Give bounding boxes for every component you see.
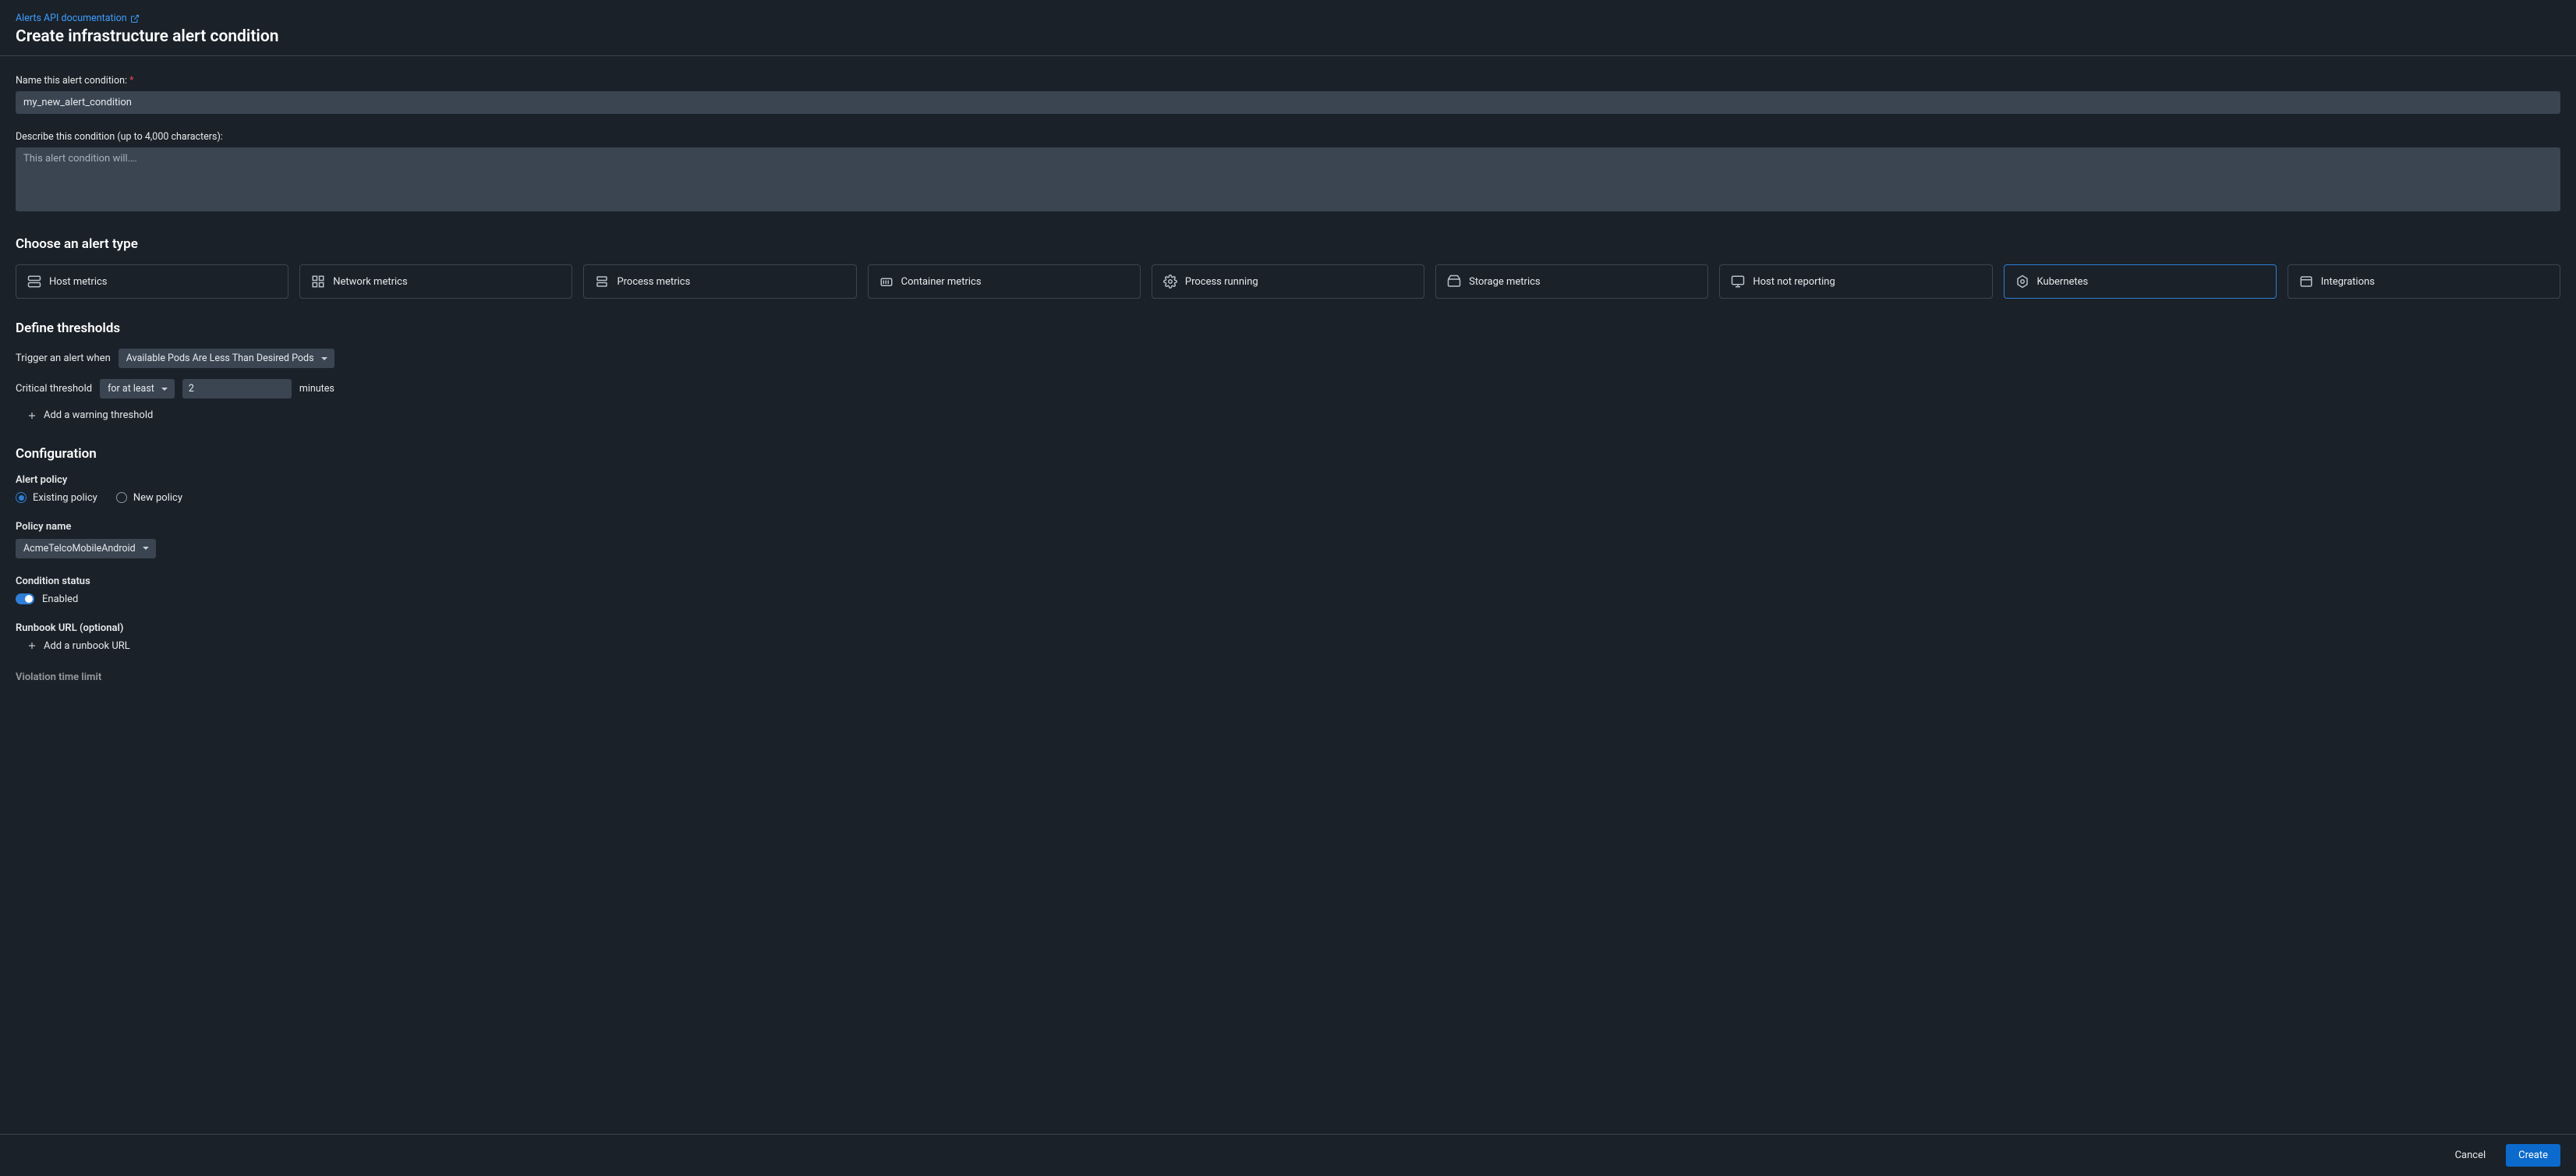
server-icon	[27, 275, 41, 289]
trigger-metric-dropdown[interactable]: Available Pods Are Less Than Desired Pod…	[119, 349, 334, 368]
alert-policy-label: Alert policy	[16, 474, 2560, 486]
alert-type-label: Integrations	[2321, 276, 2375, 288]
add-warning-threshold-link[interactable]: Add a warning threshold	[27, 409, 153, 421]
window-icon	[2299, 275, 2313, 289]
alert-type-process-metrics[interactable]: Process metrics	[583, 264, 856, 299]
kubernetes-icon	[2015, 275, 2029, 289]
critical-threshold-label: Critical threshold	[16, 383, 92, 395]
condition-status-label: Condition status	[16, 576, 2560, 587]
alert-type-host-not-reporting[interactable]: Host not reporting	[1719, 264, 1992, 299]
layers-icon	[595, 275, 609, 289]
condition-status-state: Enabled	[42, 593, 78, 605]
hard-drive-icon	[1447, 275, 1461, 289]
configuration-heading: Configuration	[16, 446, 2560, 462]
plus-icon	[27, 640, 37, 651]
existing-policy-radio[interactable]: Existing policy	[16, 492, 97, 504]
describe-textarea[interactable]	[16, 147, 2560, 211]
radio-checked-icon	[16, 492, 27, 503]
external-link-icon	[130, 14, 140, 23]
describe-field-label: Describe this condition (up to 4,000 cha…	[16, 131, 2560, 143]
alert-type-process-running[interactable]: Process running	[1152, 264, 1424, 299]
footer-bar: Cancel Create	[0, 1134, 2576, 1176]
alert-type-grid: Host metrics Network metrics Process met…	[16, 264, 2560, 299]
critical-duration-value-input[interactable]	[182, 379, 292, 398]
api-docs-link[interactable]: Alerts API documentation	[16, 12, 140, 24]
alert-type-container-metrics[interactable]: Container metrics	[868, 264, 1141, 299]
page-title: Create infrastructure alert condition	[16, 27, 2560, 46]
alert-type-integrations[interactable]: Integrations	[2288, 264, 2560, 299]
alert-type-kubernetes[interactable]: Kubernetes	[2004, 264, 2277, 299]
radio-unchecked-icon	[116, 492, 127, 503]
alert-type-label: Host metrics	[49, 276, 108, 288]
critical-duration-unit: minutes	[299, 383, 334, 395]
container-icon	[879, 275, 893, 289]
runbook-label: Runbook URL (optional)	[16, 622, 2560, 634]
create-button[interactable]: Create	[2506, 1144, 2560, 1167]
alert-type-label: Host not reporting	[1753, 276, 1835, 288]
policy-name-dropdown[interactable]: AcmeTelcoMobileAndroid	[16, 539, 156, 558]
add-runbook-url-link[interactable]: Add a runbook URL	[27, 640, 130, 652]
alert-type-heading: Choose an alert type	[16, 236, 2560, 252]
api-docs-link-label: Alerts API documentation	[16, 12, 127, 24]
alert-type-label: Process metrics	[617, 276, 690, 288]
alert-type-label: Process running	[1185, 276, 1258, 288]
plus-icon	[27, 410, 37, 421]
cancel-button[interactable]: Cancel	[2443, 1144, 2499, 1167]
gear-icon	[1163, 275, 1177, 289]
alert-type-network-metrics[interactable]: Network metrics	[299, 264, 572, 299]
alert-type-label: Storage metrics	[1469, 276, 1541, 288]
new-policy-radio[interactable]: New policy	[116, 492, 182, 504]
alert-type-label: Container metrics	[901, 276, 982, 288]
monitor-icon	[1731, 275, 1745, 289]
name-field-label: Name this alert condition: *	[16, 75, 2560, 87]
alert-type-storage-metrics[interactable]: Storage metrics	[1435, 264, 1708, 299]
alert-type-label: Network metrics	[333, 276, 407, 288]
trigger-when-label: Trigger an alert when	[16, 352, 111, 364]
violation-time-limit-label: Violation time limit	[16, 671, 2560, 683]
header-divider	[0, 55, 2576, 56]
critical-duration-mode-dropdown[interactable]: for at least	[100, 379, 175, 398]
thresholds-heading: Define thresholds	[16, 321, 2560, 336]
grid-icon	[311, 275, 325, 289]
alert-type-label: Kubernetes	[2037, 276, 2089, 288]
policy-name-label: Policy name	[16, 521, 2560, 533]
alert-type-host-metrics[interactable]: Host metrics	[16, 264, 288, 299]
condition-status-toggle[interactable]	[16, 593, 34, 604]
name-input[interactable]	[16, 91, 2560, 114]
